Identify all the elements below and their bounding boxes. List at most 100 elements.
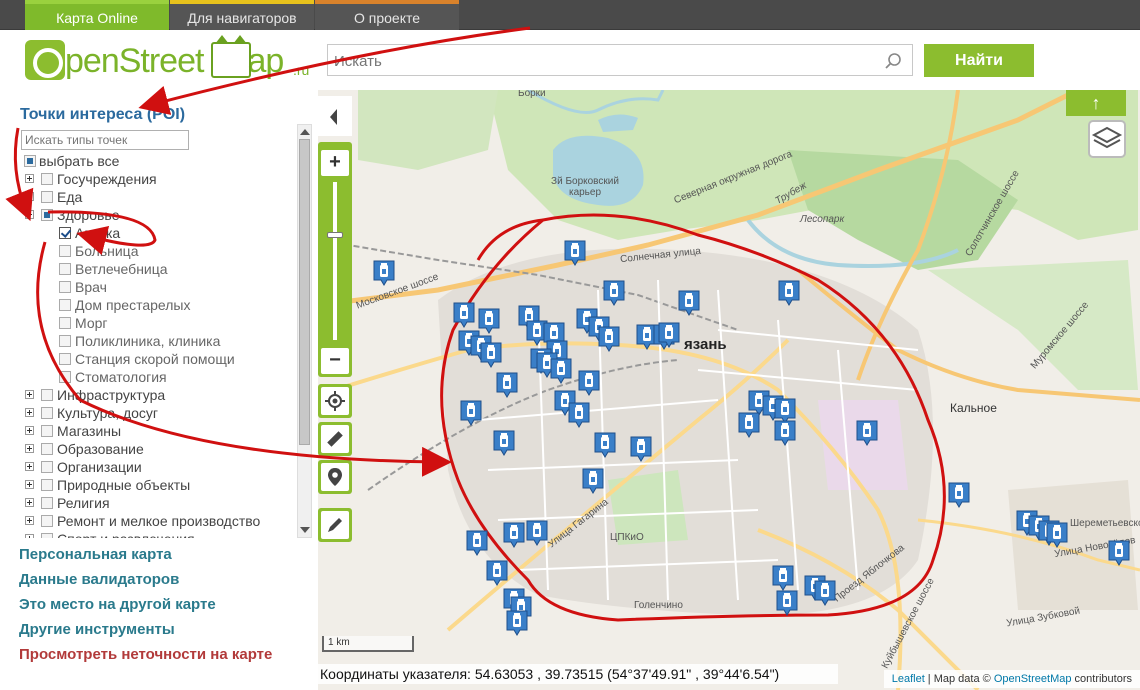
pharmacy-marker-icon[interactable] xyxy=(550,358,572,384)
pharmacy-marker-icon[interactable] xyxy=(564,240,586,266)
marker-button[interactable] xyxy=(318,460,352,494)
tab-map-online[interactable]: Карта Online xyxy=(25,0,169,30)
checkbox[interactable] xyxy=(41,425,53,437)
pharmacy-marker-icon[interactable] xyxy=(814,580,836,606)
link-view-inaccuracies[interactable]: Просмотреть неточности на карте xyxy=(19,646,272,671)
link-other-tools[interactable]: Другие инструменты xyxy=(19,621,272,646)
pharmacy-marker-icon[interactable] xyxy=(776,590,798,616)
checkbox[interactable] xyxy=(59,335,71,347)
pharmacy-marker-icon[interactable] xyxy=(578,370,600,396)
pharmacy-marker-icon[interactable] xyxy=(478,308,500,334)
checkbox[interactable] xyxy=(59,281,71,293)
pharmacy-marker-icon[interactable] xyxy=(1046,522,1068,548)
zoom-in-button[interactable]: + xyxy=(321,150,349,176)
leaflet-link[interactable]: Leaflet xyxy=(892,673,925,685)
pharmacy-marker-icon[interactable] xyxy=(503,522,525,548)
pharmacy-marker-icon[interactable] xyxy=(466,530,488,556)
openstreetmap-logo[interactable]: penStreet ap .ru xyxy=(25,35,315,86)
pharmacy-marker-icon[interactable] xyxy=(460,400,482,426)
expand-icon[interactable] xyxy=(25,498,34,507)
select-all-checkbox[interactable] xyxy=(24,155,36,167)
find-button[interactable]: Найти xyxy=(924,44,1034,77)
expand-icon[interactable] xyxy=(25,390,34,399)
expand-icon[interactable] xyxy=(25,480,34,489)
poi-type-search-input[interactable] xyxy=(22,131,188,149)
poi-panel: Точки интереса (POI) выбрать все Госучре… xyxy=(0,90,318,690)
collapse-panel-button[interactable] xyxy=(318,96,352,136)
pharmacy-marker-icon[interactable] xyxy=(496,372,518,398)
zoom-out-button[interactable]: − xyxy=(321,348,349,374)
zoom-slider-knob[interactable] xyxy=(327,232,343,238)
expand-icon[interactable] xyxy=(25,516,34,525)
checkbox[interactable] xyxy=(41,479,53,491)
checkbox[interactable] xyxy=(41,533,53,538)
collapse-icon[interactable] xyxy=(25,210,34,219)
pharmacy-marker-icon[interactable] xyxy=(453,302,475,328)
pharmacy-marker-icon[interactable] xyxy=(738,412,760,438)
pharmacy-marker-icon[interactable] xyxy=(373,260,395,286)
expand-icon[interactable] xyxy=(25,534,34,538)
layers-button[interactable] xyxy=(1088,120,1126,158)
poi-title[interactable]: Точки интереса (POI) xyxy=(20,106,185,124)
pharmacy-marker-icon[interactable] xyxy=(1108,540,1130,566)
pharmacy-marker-icon[interactable] xyxy=(778,280,800,306)
checkbox[interactable] xyxy=(59,299,71,311)
locate-button[interactable] xyxy=(318,384,352,418)
pharmacy-marker-icon[interactable] xyxy=(774,420,796,446)
checkbox[interactable] xyxy=(59,371,71,383)
pharmacy-marker-icon[interactable] xyxy=(526,520,548,546)
search-input[interactable] xyxy=(334,50,874,72)
tab-about[interactable]: О проекте xyxy=(315,0,459,30)
checkbox[interactable] xyxy=(41,407,53,419)
pharmacy-marker-icon[interactable] xyxy=(948,482,970,508)
checkbox[interactable] xyxy=(41,497,53,509)
pharmacy-marker-icon[interactable] xyxy=(856,420,878,446)
checkbox[interactable] xyxy=(41,515,53,527)
pharmacy-marker-icon[interactable] xyxy=(594,432,616,458)
pharmacy-marker-icon[interactable] xyxy=(678,290,700,316)
link-personal-map[interactable]: Персональная карта xyxy=(19,546,272,571)
pharmacy-marker-icon[interactable] xyxy=(506,610,528,636)
checkbox[interactable] xyxy=(59,263,71,275)
checkbox[interactable] xyxy=(59,245,71,257)
checkbox[interactable] xyxy=(59,317,71,329)
pharmacy-marker-icon[interactable] xyxy=(658,322,680,348)
expand-icon[interactable] xyxy=(25,192,34,201)
scroll-thumb[interactable] xyxy=(299,139,310,445)
checkbox[interactable] xyxy=(41,191,53,203)
checkbox[interactable] xyxy=(41,443,53,455)
link-other-map[interactable]: Это место на другой карте xyxy=(19,596,272,621)
link-validator-data[interactable]: Данные валидаторов xyxy=(19,571,272,596)
ruler-button[interactable] xyxy=(318,422,352,456)
checkbox[interactable] xyxy=(41,389,53,401)
tab-for-navigators[interactable]: Для навигаторов xyxy=(170,0,314,30)
osm-link[interactable]: OpenStreetMap xyxy=(994,673,1072,685)
pharmacy-marker-icon[interactable] xyxy=(772,565,794,591)
checkbox[interactable] xyxy=(41,209,53,221)
map-view[interactable]: Борки Зй Борковский карьер Лесопарк язан… xyxy=(318,90,1140,690)
pharmacy-marker-icon[interactable] xyxy=(493,430,515,456)
checkbox[interactable] xyxy=(41,461,53,473)
pharmacy-marker-icon[interactable] xyxy=(486,560,508,586)
scroll-down-icon[interactable] xyxy=(300,527,310,533)
pharmacy-marker-icon[interactable] xyxy=(480,342,502,368)
expand-icon[interactable] xyxy=(25,462,34,471)
draw-button[interactable] xyxy=(318,508,352,542)
pharmacy-marker-icon[interactable] xyxy=(568,402,590,428)
expand-icon[interactable] xyxy=(25,426,34,435)
scroll-up-icon[interactable] xyxy=(300,129,310,135)
pharmacy-marker-icon[interactable] xyxy=(603,280,625,306)
search-icon[interactable] xyxy=(884,52,902,70)
expand-icon[interactable] xyxy=(25,444,34,453)
zoom-slider-track[interactable] xyxy=(333,182,337,340)
pharmacy-checkbox[interactable] xyxy=(59,227,71,239)
expand-icon[interactable] xyxy=(25,174,34,183)
checkbox[interactable] xyxy=(41,173,53,185)
checkbox[interactable] xyxy=(59,353,71,365)
expand-icon[interactable] xyxy=(25,408,34,417)
pharmacy-marker-icon[interactable] xyxy=(582,468,604,494)
poi-tree-scrollbar[interactable] xyxy=(297,124,312,538)
pharmacy-marker-icon[interactable] xyxy=(630,436,652,462)
scroll-top-button[interactable]: ↑ xyxy=(1066,90,1126,116)
pharmacy-marker-icon[interactable] xyxy=(598,326,620,352)
